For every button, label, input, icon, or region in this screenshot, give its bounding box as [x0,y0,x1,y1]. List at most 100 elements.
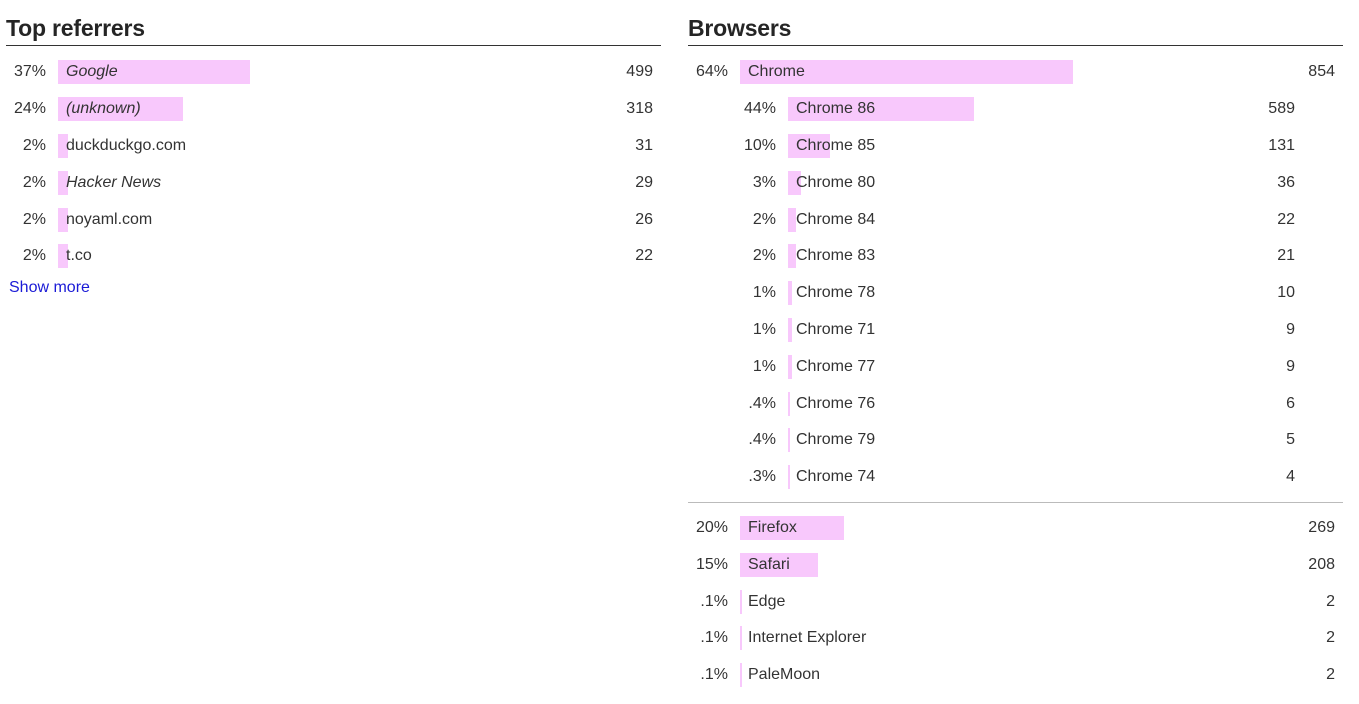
version-count: 4 [1286,468,1295,486]
browsers-title: Browsers [688,0,1343,46]
browser-count: 2 [1326,629,1335,647]
version-percent: 44% [743,100,776,118]
chrome-version-row[interactable]: 1% Chrome 71 9 [688,312,1343,349]
version-bar [788,317,793,342]
referrer-count: 31 [635,136,653,154]
referrers-list: 37% Google 499 24% (unknown) 318 2% duck… [6,54,661,275]
version-count: 9 [1286,357,1295,375]
browser-name: Internet Explorer [748,629,867,647]
referrer-name: duckduckgo.com [66,136,187,154]
browser-percent: 15% [695,555,728,573]
browser-count: 2 [1326,666,1335,684]
version-bar [788,281,793,306]
chrome-version-row[interactable]: 3% Chrome 80 36 [688,164,1343,201]
referrer-count: 318 [626,100,653,118]
referrer-percent: 37% [13,63,46,81]
browser-row[interactable]: 20% Firefox 269 [688,510,1343,547]
browser-row[interactable]: 15% Safari 208 [688,546,1343,583]
browser-count: 208 [1308,555,1335,573]
version-percent: .3% [748,468,776,486]
version-bar [788,465,790,490]
version-name: Chrome 78 [796,284,876,302]
referrer-count: 26 [635,210,653,228]
version-count: 131 [1268,136,1295,154]
version-bar [788,428,790,453]
version-count: 22 [1277,210,1295,228]
referrer-percent: 2% [22,173,46,191]
version-count: 10 [1277,284,1295,302]
version-percent: .4% [748,394,776,412]
chrome-version-row[interactable]: .3% Chrome 74 4 [688,459,1343,496]
version-name: Chrome 76 [796,394,876,412]
referrer-row[interactable]: 37% Google 499 [6,54,661,91]
referrers-panel: Top referrers 37% Google 499 24% (unknow… [6,0,661,297]
browser-name: Edge [748,592,786,610]
referrers-title: Top referrers [6,0,661,46]
referrer-row[interactable]: 24% (unknown) 318 [6,91,661,128]
referrer-row[interactable]: 2% t.co 22 [6,238,661,275]
referrer-name: noyaml.com [66,210,153,228]
browser-percent: .1% [700,629,728,647]
referrer-count: 499 [626,63,653,81]
version-percent: 10% [743,136,776,154]
chrome-version-row[interactable]: 2% Chrome 84 22 [688,201,1343,238]
version-count: 6 [1286,394,1295,412]
version-bar [788,391,790,416]
browser-percent: 20% [695,518,728,536]
browser-percent: .1% [700,592,728,610]
browser-row[interactable]: .1% Internet Explorer 2 [688,620,1343,657]
version-name: Chrome 85 [796,136,876,154]
browser-name: Safari [748,555,790,573]
referrer-percent: 24% [13,100,46,118]
referrer-name: (unknown) [66,100,141,118]
chrome-versions-list: 44% Chrome 86 589 10% Chrome 85 131 3% Chrome… [688,91,1343,496]
version-count: 5 [1286,431,1295,449]
chrome-version-row[interactable]: 1% Chrome 78 10 [688,275,1343,312]
referrer-count: 29 [635,173,653,191]
browser-row-chrome[interactable]: 64% Chrome 854 [688,54,1343,91]
chrome-version-row[interactable]: 1% Chrome 77 9 [688,348,1343,385]
chrome-version-row[interactable]: .4% Chrome 79 5 [688,422,1343,459]
browser-count: 269 [1308,518,1335,536]
referrer-row[interactable]: 2% duckduckgo.com 31 [6,128,661,165]
referrer-name: Hacker News [66,173,162,191]
chrome-version-row[interactable]: .4% Chrome 76 6 [688,385,1343,422]
version-name: Chrome 86 [796,100,876,118]
version-count: 21 [1277,247,1295,265]
browser-bar [740,626,742,651]
show-more-link[interactable]: Show more [9,279,90,297]
version-percent: 1% [752,284,776,302]
version-count: 9 [1286,320,1295,338]
version-name: Chrome 84 [796,210,876,228]
chrome-version-row[interactable]: 44% Chrome 86 589 [688,91,1343,128]
browser-name: PaleMoon [748,666,821,684]
version-name: Chrome 71 [796,320,876,338]
browser-percent: 64% [695,63,728,81]
version-percent: 3% [752,173,776,191]
chrome-version-row[interactable]: 2% Chrome 83 21 [688,238,1343,275]
referrer-name: Google [66,63,118,81]
browser-percent: .1% [700,666,728,684]
browser-row[interactable]: .1% PaleMoon 2 [688,657,1343,694]
browsers-list: 64% Chrome 854 44% Chrome 86 589 10% Chrome… [688,54,1343,694]
browser-row[interactable]: .1% Edge 2 [688,583,1343,620]
referrer-percent: 2% [22,210,46,228]
referrer-count: 22 [635,247,653,265]
browsers-panel: Browsers 64% Chrome 854 44% Chrome 86 589 … [688,0,1343,694]
referrer-percent: 2% [22,136,46,154]
referrer-row[interactable]: 2% noyaml.com 26 [6,201,661,238]
version-count: 589 [1268,100,1295,118]
version-percent: 2% [752,247,776,265]
referrer-row[interactable]: 2% Hacker News 29 [6,164,661,201]
version-percent: 2% [752,210,776,228]
version-name: Chrome 74 [796,468,876,486]
browser-name: Chrome [748,63,805,81]
version-percent: 1% [752,357,776,375]
chrome-version-row[interactable]: 10% Chrome 85 131 [688,128,1343,165]
browser-count: 2 [1326,592,1335,610]
browser-bar [740,589,742,614]
version-percent: .4% [748,431,776,449]
version-percent: 1% [752,320,776,338]
browser-bar [740,663,742,688]
version-name: Chrome 83 [796,247,876,265]
